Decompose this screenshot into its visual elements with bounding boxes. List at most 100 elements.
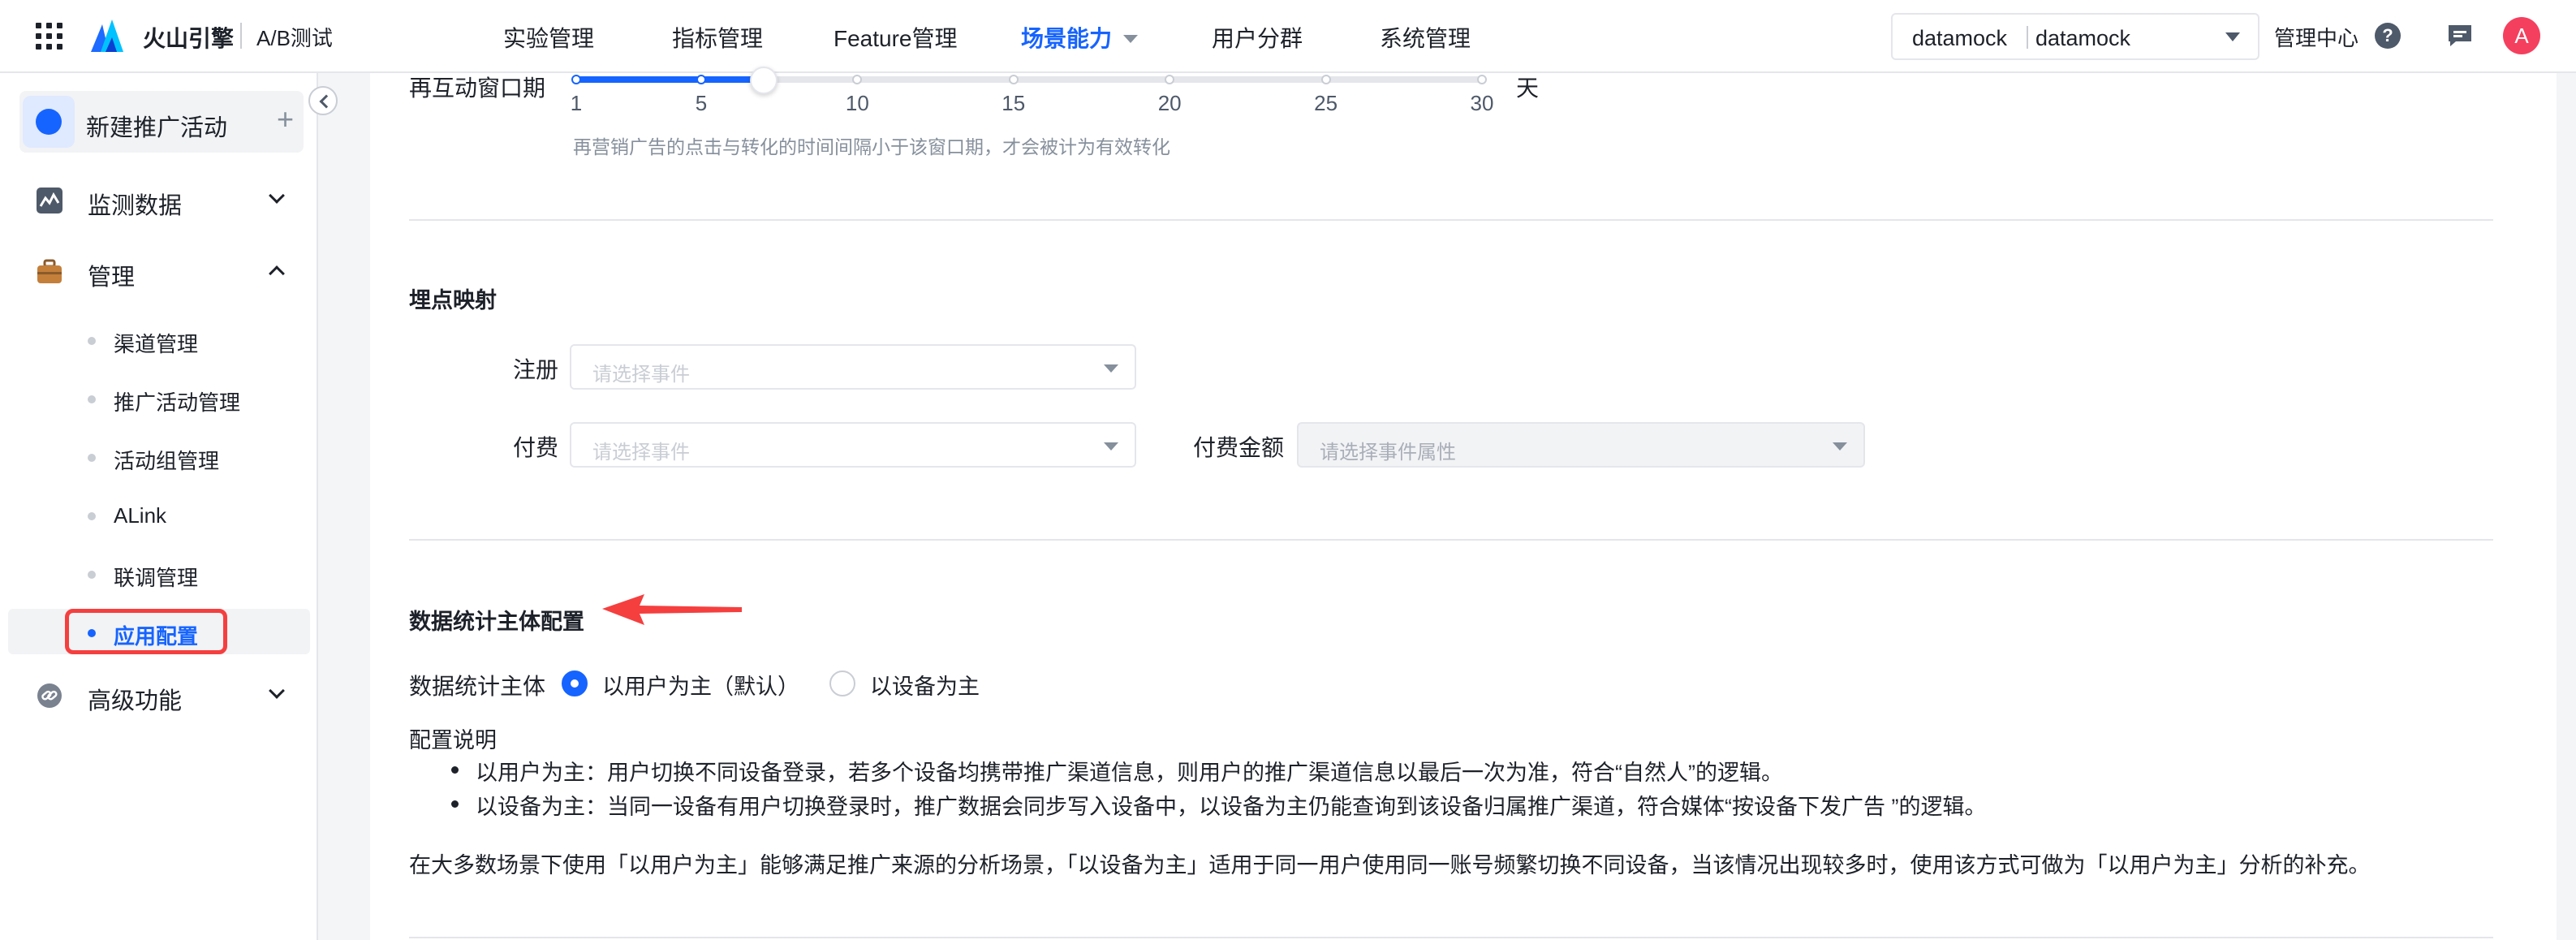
monitor-chart-icon bbox=[37, 188, 62, 213]
bullet-dot bbox=[88, 454, 96, 462]
window-period-label: 再互动窗口期 bbox=[409, 75, 546, 101]
chevron-up-icon bbox=[269, 265, 285, 282]
project-select-divider bbox=[2027, 26, 2028, 49]
slider-step-dot[interactable] bbox=[1008, 75, 1019, 84]
new-activity-icon bbox=[23, 96, 75, 148]
select-placeholder: 请选择事件 bbox=[592, 442, 690, 464]
section-divider bbox=[409, 219, 2493, 221]
sidebar-subitem-debug-management[interactable]: 联调管理 bbox=[0, 550, 318, 596]
slider-step-dot[interactable] bbox=[1320, 75, 1331, 84]
slider-tick-label: 30 bbox=[1470, 91, 1494, 115]
annotation-highlight-box bbox=[65, 609, 227, 654]
briefcase-icon bbox=[37, 259, 62, 283]
radio-user-label[interactable]: 以用户为主（默认） bbox=[602, 669, 799, 701]
sidebar-item-management[interactable]: 管理 bbox=[0, 247, 318, 295]
nav-metric-management[interactable]: 指标管理 bbox=[672, 21, 763, 54]
bullet-dot bbox=[88, 337, 96, 345]
radio-device-label[interactable]: 以设备为主 bbox=[870, 669, 980, 701]
new-activity-label: 新建推广活动 bbox=[86, 115, 228, 141]
sidebar-item-monitor-data[interactable]: 监测数据 bbox=[0, 175, 318, 224]
window-period-hint: 再营销广告的点击与转化的时间间隔小于该窗口期，才会被计为有效转化 bbox=[573, 136, 1170, 157]
bullet-dot bbox=[88, 395, 96, 403]
logo-icon bbox=[91, 19, 123, 52]
radio-device-subject[interactable] bbox=[829, 671, 855, 696]
nav-feature-management[interactable]: Feature管理 bbox=[834, 21, 958, 54]
register-label: 注册 bbox=[513, 357, 559, 382]
message-icon[interactable] bbox=[2446, 23, 2474, 49]
config-bullet-device: 以设备为主：当同一设备有用户切换登录时，推广数据会同步写入设备中，以设备为主仍能… bbox=[476, 795, 1987, 819]
nav-experiment-management[interactable]: 实验管理 bbox=[503, 21, 594, 54]
nav-user-segment[interactable]: 用户分群 bbox=[1212, 21, 1303, 54]
sidebar-subitem-label: 联调管理 bbox=[114, 566, 199, 590]
nav-scenario-capability[interactable]: 场景能力 bbox=[1021, 21, 1139, 54]
pay-event-select[interactable]: 请选择事件 bbox=[570, 422, 1136, 468]
pay-amount-label: 付费金额 bbox=[1193, 435, 1285, 460]
bullet-dot bbox=[88, 512, 96, 520]
slider-step-dot[interactable] bbox=[696, 75, 706, 84]
sidebar-subitem-label: ALink bbox=[114, 503, 167, 528]
slider-tick-label: 15 bbox=[1002, 91, 1026, 115]
mapping-section-title: 埋点映射 bbox=[409, 288, 497, 313]
radio-user-subject[interactable] bbox=[562, 671, 588, 696]
pay-amount-property-select[interactable]: 请选择事件属性 bbox=[1297, 422, 1865, 468]
slider-step-dot[interactable] bbox=[852, 75, 863, 84]
section-divider bbox=[409, 539, 2493, 541]
section-divider bbox=[409, 937, 2493, 938]
slider-unit: 天 bbox=[1516, 75, 1540, 101]
sidebar-collapse-button[interactable] bbox=[308, 86, 338, 115]
stat-subject-label: 数据统计主体 bbox=[409, 674, 546, 699]
chevron-down-icon bbox=[2225, 32, 2240, 41]
chevron-down-icon bbox=[269, 188, 285, 204]
slider-fill bbox=[576, 76, 764, 83]
user-avatar[interactable]: A bbox=[2503, 17, 2540, 54]
slider-step-dot[interactable] bbox=[1477, 75, 1487, 84]
sidebar-item-label: 高级功能 bbox=[88, 688, 183, 714]
help-icon[interactable]: ? bbox=[2375, 23, 2401, 49]
sidebar-subitem-alink[interactable]: ALink bbox=[0, 492, 318, 537]
slider-tick-label: 10 bbox=[845, 91, 869, 115]
plus-icon[interactable]: + bbox=[277, 102, 294, 136]
sidebar-subitem-label: 推广活动管理 bbox=[114, 390, 241, 415]
stat-subject-section-title: 数据统计主体配置 bbox=[409, 610, 584, 634]
chevron-down-icon bbox=[1833, 442, 1847, 451]
top-header: 火山引擎 A/B测试 实验管理 指标管理 Feature管理 场景能力 用户分群… bbox=[0, 0, 2576, 73]
slider-step-dot[interactable] bbox=[571, 75, 581, 84]
slider-tick-label: 20 bbox=[1157, 91, 1182, 115]
chevron-down-icon bbox=[269, 683, 285, 699]
slider-tick-label: 1 bbox=[570, 91, 583, 115]
slider-handle[interactable] bbox=[749, 67, 778, 94]
product-name: A/B测试 bbox=[256, 26, 333, 50]
apps-grid-icon[interactable] bbox=[36, 23, 63, 50]
register-event-select[interactable]: 请选择事件 bbox=[570, 344, 1136, 390]
select-placeholder: 请选择事件属性 bbox=[1320, 442, 1456, 464]
bullet-dot bbox=[451, 766, 459, 774]
sidebar-subitem-label: 渠道管理 bbox=[114, 332, 199, 356]
bullet-dot bbox=[451, 800, 459, 808]
management-center-link[interactable]: 管理中心 bbox=[2274, 22, 2358, 52]
sidebar-subitem-channel-management[interactable]: 渠道管理 bbox=[0, 317, 318, 362]
sidebar-subitem-activity-management[interactable]: 推广活动管理 bbox=[0, 375, 318, 420]
nav-scenario-label: 场景能力 bbox=[1021, 26, 1113, 51]
config-explanation-title: 配置说明 bbox=[409, 728, 497, 752]
nav-system-management[interactable]: 系统管理 bbox=[1380, 21, 1471, 54]
project-org-name: datamock bbox=[1912, 26, 2008, 50]
sidebar-item-advanced-features[interactable]: 高级功能 bbox=[0, 671, 318, 719]
brand-name: 火山引擎 bbox=[143, 26, 235, 51]
sidebar-item-label: 管理 bbox=[88, 265, 136, 291]
sidebar-item-label: 监测数据 bbox=[88, 193, 183, 219]
link-icon bbox=[37, 683, 62, 708]
slider-tick-label: 5 bbox=[695, 91, 708, 115]
bullet-dot bbox=[88, 571, 96, 579]
annotation-arrow-icon bbox=[602, 594, 742, 625]
brand-divider bbox=[240, 23, 242, 49]
sidebar-subitem-activity-group-management[interactable]: 活动组管理 bbox=[0, 433, 318, 479]
config-bullet-user: 以用户为主：用户切换不同设备登录，若多个设备均携带推广渠道信息，则用户的推广渠道… bbox=[476, 761, 1783, 785]
project-select[interactable]: datamock datamock bbox=[1891, 13, 2259, 60]
sidebar: 新建推广活动 + 监测数据 管理 渠道管理 推广活动管理 活动组管理 ALink bbox=[0, 73, 318, 940]
chevron-down-icon bbox=[1104, 442, 1118, 451]
chevron-down-icon bbox=[1104, 364, 1118, 373]
sidebar-subitem-label: 活动组管理 bbox=[114, 449, 220, 473]
slider-step-dot[interactable] bbox=[1165, 75, 1175, 84]
slider-tick-label: 25 bbox=[1314, 91, 1338, 115]
new-promotion-activity-button[interactable]: 新建推广活动 + bbox=[19, 91, 304, 153]
